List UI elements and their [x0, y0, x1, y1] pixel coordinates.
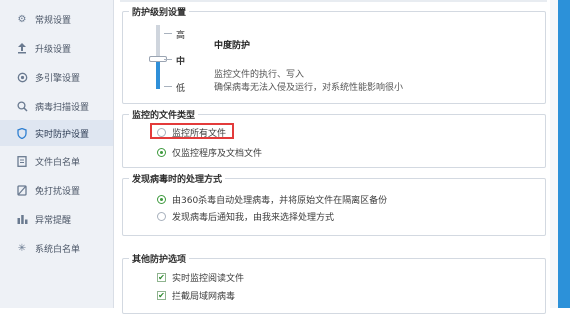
sidebar-item-virus-scan[interactable]: 病毒扫描设置: [0, 93, 113, 119]
gear-icon: ⚙: [17, 13, 27, 25]
sidebar-item-exception-alert[interactable]: 异常提醒: [0, 206, 113, 232]
radio-button-selected[interactable]: [157, 148, 166, 157]
option-auto-handle[interactable]: 由360杀毒自动处理病毒，并将原始文件在隔离区备份: [157, 193, 387, 206]
sidebar-item-label: 异常提醒: [35, 215, 72, 226]
protection-mode-desc-2: 确保病毒无法入侵及运行，对系统性能影响很小: [214, 83, 404, 93]
file-icon: [16, 155, 28, 167]
option-label: 由360杀毒自动处理病毒，并将原始文件在隔离区备份: [172, 196, 388, 206]
sidebar-item-label: 病毒扫描设置: [35, 102, 90, 113]
radio-button[interactable]: [157, 212, 166, 221]
option-label: 发现病毒后通知我，由我来选择处理方式: [172, 213, 335, 223]
sidebar-item-general[interactable]: ⚙ 常规设置: [0, 6, 113, 32]
upload-icon: [16, 42, 28, 54]
sidebar-item-do-not-disturb[interactable]: 免打扰设置: [0, 177, 113, 203]
sidebar-item-label: 免打扰设置: [35, 186, 81, 197]
option-label: 拦截局域网病毒: [172, 292, 236, 302]
sidebar-item-label: 多引擎设置: [35, 73, 81, 84]
checkbox-checked[interactable]: ✔: [157, 273, 166, 282]
radio-button-selected[interactable]: [157, 195, 166, 204]
window-edge-light: [550, 0, 558, 308]
sidebar-item-realtime-protection[interactable]: 实时防护设置: [0, 120, 113, 146]
level-tick-high: [164, 33, 172, 34]
level-label-high: 高: [176, 31, 186, 41]
option-monitor-read-files[interactable]: ✔ 实时监控阅读文件: [157, 271, 244, 284]
asterisk-icon: ✳: [17, 242, 27, 254]
protection-mode-desc-1: 监控文件的执行、写入: [214, 70, 305, 80]
window-edge-strip: [550, 0, 570, 308]
settings-sidebar: ⚙ 常规设置 升级设置 多引擎设置 病毒扫描设置 实时防护设置 文件白名单 免打…: [0, 0, 114, 308]
sidebar-item-file-whitelist[interactable]: 文件白名单: [0, 148, 113, 174]
checkbox-checked[interactable]: ✔: [157, 291, 166, 300]
level-label-low: 低: [176, 84, 186, 94]
option-label: 仅监控程序及文档文件: [172, 149, 263, 159]
engine-icon: [16, 71, 28, 83]
group-title: 其他防护选项: [132, 255, 187, 265]
option-monitor-programs-docs[interactable]: 仅监控程序及文档文件: [157, 146, 262, 159]
highlight-box: [150, 123, 234, 139]
sidebar-item-upgrade[interactable]: 升级设置: [0, 35, 113, 61]
level-tick-mid: [164, 59, 172, 60]
option-block-lan-virus[interactable]: ✔ 拦截局域网病毒: [157, 289, 235, 302]
sidebar-item-label: 实时防护设置: [35, 129, 90, 140]
shield-icon: [16, 127, 28, 139]
group-title: 防护级别设置: [132, 8, 187, 18]
protection-mode-title: 中度防护: [214, 41, 251, 51]
bell-off-icon: [16, 184, 28, 196]
sidebar-item-system-whitelist[interactable]: ✳ 系统白名单: [0, 235, 113, 261]
sidebar-item-label: 文件白名单: [35, 157, 81, 168]
search-icon: [16, 100, 28, 112]
level-tick-low: [164, 86, 172, 87]
group-title: 发现病毒时的处理方式: [132, 175, 223, 185]
option-notify-me[interactable]: 发现病毒后通知我，由我来选择处理方式: [157, 210, 334, 223]
group-title: 监控的文件类型: [132, 111, 196, 121]
sidebar-item-label: 系统白名单: [35, 244, 81, 255]
level-label-mid: 中: [176, 57, 186, 67]
option-label: 实时监控阅读文件: [172, 274, 245, 284]
top-divider: [120, 0, 547, 2]
sidebar-item-label: 常规设置: [35, 15, 72, 26]
sidebar-item-multi-engine[interactable]: 多引擎设置: [0, 64, 113, 90]
chart-icon: [16, 213, 28, 225]
sidebar-item-label: 升级设置: [35, 44, 72, 55]
